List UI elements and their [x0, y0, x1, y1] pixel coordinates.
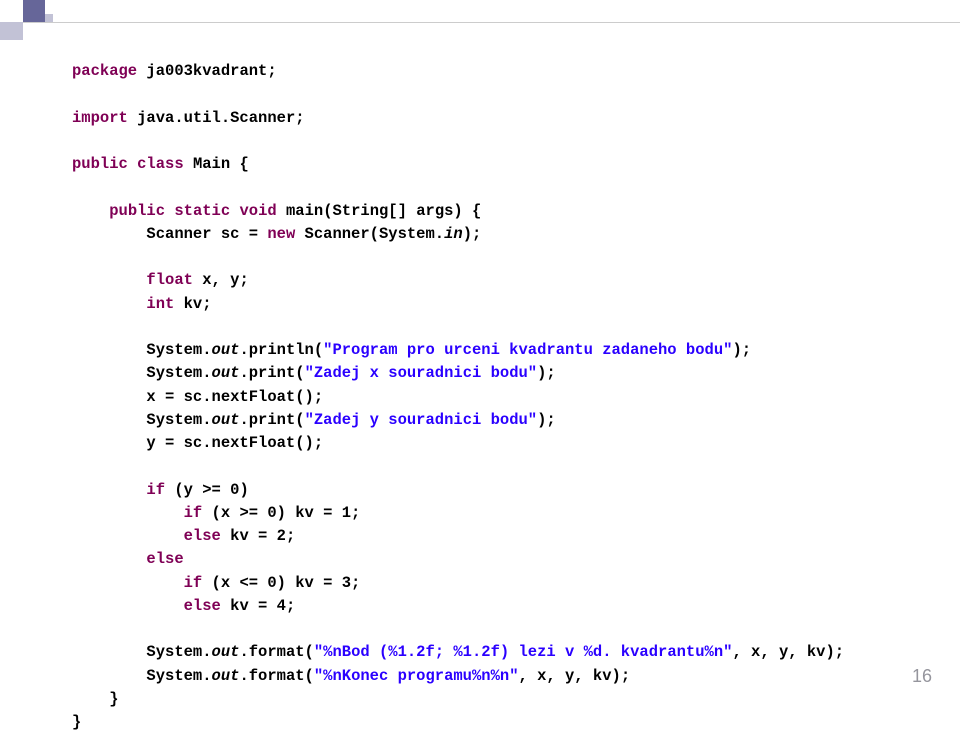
- keyword-int: int: [146, 295, 174, 313]
- divider: [23, 22, 960, 23]
- keyword-else: else: [146, 550, 183, 568]
- keyword-if: if: [184, 504, 203, 522]
- string-literal: "%nKonec programu%n%n": [314, 667, 519, 685]
- code-block: package ja003kvadrant; import java.util.…: [72, 60, 920, 734]
- keyword-else: else: [184, 527, 221, 545]
- keyword-public: public: [109, 202, 165, 220]
- deco-square-dark: [23, 0, 45, 22]
- keyword-if: if: [146, 481, 165, 499]
- string-literal: "Zadej x souradnici bodu": [305, 364, 538, 382]
- keyword-class: class: [137, 155, 184, 173]
- slide-decoration: [0, 0, 60, 40]
- keyword-new: new: [267, 225, 295, 243]
- keyword-if: if: [184, 574, 203, 592]
- keyword-else: else: [184, 597, 221, 615]
- string-literal: "Zadej y souradnici bodu": [305, 411, 538, 429]
- keyword-public: public: [72, 155, 128, 173]
- keyword-package: package: [72, 62, 137, 80]
- deco-square-light: [0, 22, 23, 40]
- keyword-import: import: [72, 109, 128, 127]
- string-literal: "Program pro urceni kvadrantu zadaneho b…: [323, 341, 732, 359]
- string-literal: "%nBod (%1.2f; %1.2f) lezi v %d. kvadran…: [314, 643, 733, 661]
- page-number: 16: [912, 663, 932, 690]
- deco-square-light-small: [45, 14, 53, 22]
- keyword-float: float: [146, 271, 193, 289]
- keyword-void: void: [239, 202, 276, 220]
- keyword-static: static: [174, 202, 230, 220]
